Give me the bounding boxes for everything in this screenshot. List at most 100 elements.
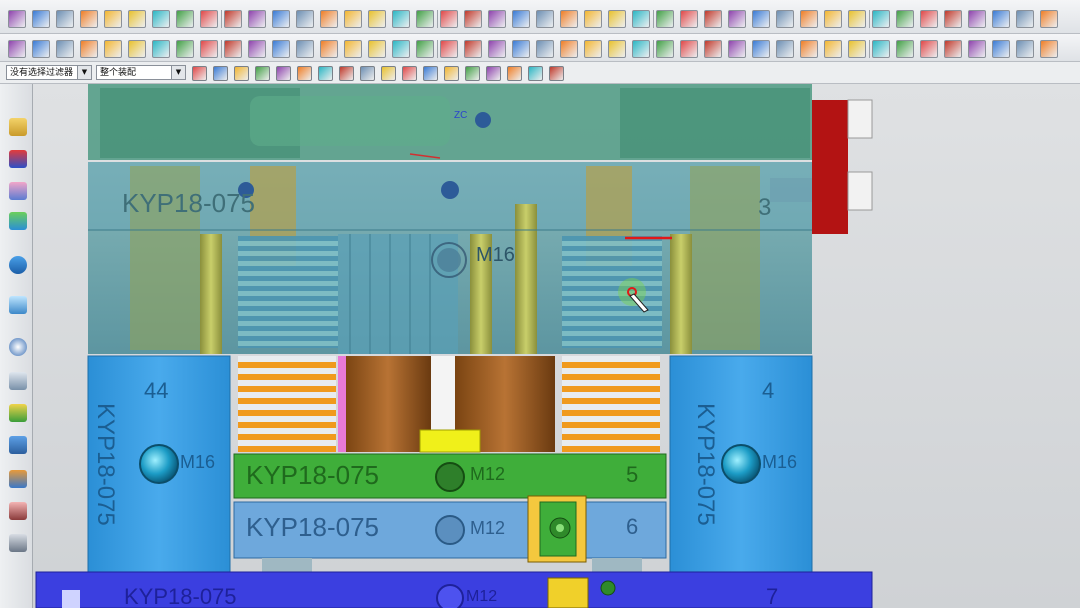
roles-icon[interactable] [9, 470, 27, 488]
measure-icon[interactable] [1040, 40, 1058, 58]
layer-icon[interactable] [704, 10, 722, 28]
manufacturing-wizard-icon[interactable] [9, 436, 27, 454]
subtract-icon[interactable] [920, 40, 938, 58]
mirror-icon[interactable] [824, 40, 842, 58]
blend-icon[interactable] [728, 40, 746, 58]
spline-icon[interactable] [536, 40, 554, 58]
point-icon[interactable] [296, 40, 314, 58]
system-scenes-icon[interactable] [9, 502, 27, 520]
chamfer-icon[interactable] [32, 40, 50, 58]
unite-icon[interactable] [896, 40, 914, 58]
datum-axis-icon[interactable] [272, 40, 290, 58]
intersect-icon[interactable] [944, 40, 962, 58]
snap-quadrant-icon[interactable] [339, 66, 354, 81]
layer-icon[interactable] [465, 66, 480, 81]
arc-icon[interactable] [488, 40, 506, 58]
datum-plane-icon[interactable] [512, 10, 530, 28]
pattern-icon[interactable] [392, 10, 410, 28]
intersect-icon[interactable] [224, 40, 242, 58]
part-navigator-icon[interactable] [9, 182, 27, 200]
snap-grid-icon[interactable] [381, 66, 396, 81]
intersect-icon[interactable] [488, 10, 506, 28]
pocket-icon[interactable] [704, 40, 722, 58]
sketch-line-icon[interactable] [728, 10, 746, 28]
trim-icon[interactable] [344, 10, 362, 28]
subtract-icon[interactable] [464, 10, 482, 28]
datum-axis-icon[interactable] [536, 10, 554, 28]
snap-center-icon[interactable] [297, 66, 312, 81]
offset-icon[interactable] [152, 40, 170, 58]
measure-icon[interactable] [320, 40, 338, 58]
select-all-icon[interactable] [192, 66, 207, 81]
process-studio-icon[interactable] [9, 404, 27, 422]
subtract-icon[interactable] [200, 40, 218, 58]
shell-icon[interactable] [1040, 10, 1058, 28]
plus-icon[interactable] [528, 66, 543, 81]
datum-plane-icon[interactable] [968, 40, 986, 58]
shell-icon[interactable] [320, 10, 338, 28]
chevron-down-icon[interactable]: ▼ [171, 66, 185, 79]
shell-icon[interactable] [56, 40, 74, 58]
trim-icon[interactable] [800, 40, 818, 58]
view-icon[interactable] [392, 40, 410, 58]
rectangle-icon[interactable] [512, 40, 530, 58]
constraint-navigator-icon[interactable] [9, 150, 27, 168]
text-icon[interactable] [104, 10, 122, 28]
text-icon[interactable] [560, 40, 578, 58]
web-browser-icon[interactable] [9, 256, 27, 274]
unite-icon[interactable] [176, 40, 194, 58]
datum-plane-icon[interactable] [248, 40, 266, 58]
filter-icon[interactable] [423, 66, 438, 81]
chevron-down-icon[interactable]: ▼ [77, 66, 91, 79]
arc-icon[interactable] [32, 10, 50, 28]
extrude-icon[interactable] [848, 10, 866, 28]
arc-icon[interactable] [752, 10, 770, 28]
graphics-viewport[interactable]: ZC KYP18-075 3 M16 44 4 M16 M16 KYP18-07… [0, 84, 1080, 608]
assembly-navigator-icon[interactable] [9, 118, 27, 136]
boss-icon[interactable] [944, 10, 962, 28]
text-icon[interactable] [824, 10, 842, 28]
snap-icon[interactable] [416, 40, 434, 58]
snap-icon[interactable] [680, 10, 698, 28]
revolve-icon[interactable] [152, 10, 170, 28]
trim-icon[interactable] [80, 40, 98, 58]
redo-icon[interactable] [234, 66, 249, 81]
sweep-icon[interactable] [632, 40, 650, 58]
point-icon[interactable] [1016, 40, 1034, 58]
snap-intersection-icon[interactable] [318, 66, 333, 81]
history-icon[interactable] [9, 296, 27, 314]
hole-icon[interactable] [656, 40, 674, 58]
cube-icon[interactable] [402, 66, 417, 81]
blend-icon[interactable] [992, 10, 1010, 28]
pattern-icon[interactable] [128, 40, 146, 58]
sweep-icon[interactable] [896, 10, 914, 28]
render-icon[interactable] [368, 40, 386, 58]
offset-icon[interactable] [416, 10, 434, 28]
arc-center-icon[interactable] [507, 66, 522, 81]
revolve-icon[interactable] [872, 10, 890, 28]
mirror-icon[interactable] [104, 40, 122, 58]
sweep-icon[interactable] [176, 10, 194, 28]
spline-icon[interactable] [80, 10, 98, 28]
selection-filter-select[interactable]: 没有选择过滤器 ▼ [6, 65, 92, 80]
measure-icon[interactable] [584, 10, 602, 28]
hole-icon[interactable] [200, 10, 218, 28]
snap-point-icon[interactable] [360, 66, 375, 81]
point-on-curve-icon[interactable] [486, 66, 501, 81]
snap-endpoint-icon[interactable] [255, 66, 270, 81]
pocket-icon[interactable] [968, 10, 986, 28]
snap-midpoint-icon[interactable] [276, 66, 291, 81]
extrude-icon[interactable] [584, 40, 602, 58]
point-icon[interactable] [560, 10, 578, 28]
analysis-icon[interactable] [344, 40, 362, 58]
clock-icon[interactable] [9, 338, 27, 356]
rectangle-icon[interactable] [56, 10, 74, 28]
layer-icon[interactable] [440, 40, 458, 58]
extrude-icon[interactable] [128, 10, 146, 28]
settings-icon[interactable] [444, 66, 459, 81]
chamfer-icon[interactable] [1016, 10, 1034, 28]
rectangle-icon[interactable] [776, 10, 794, 28]
boss-icon[interactable] [680, 40, 698, 58]
palette-icon[interactable] [9, 534, 27, 552]
chamfer-icon[interactable] [296, 10, 314, 28]
